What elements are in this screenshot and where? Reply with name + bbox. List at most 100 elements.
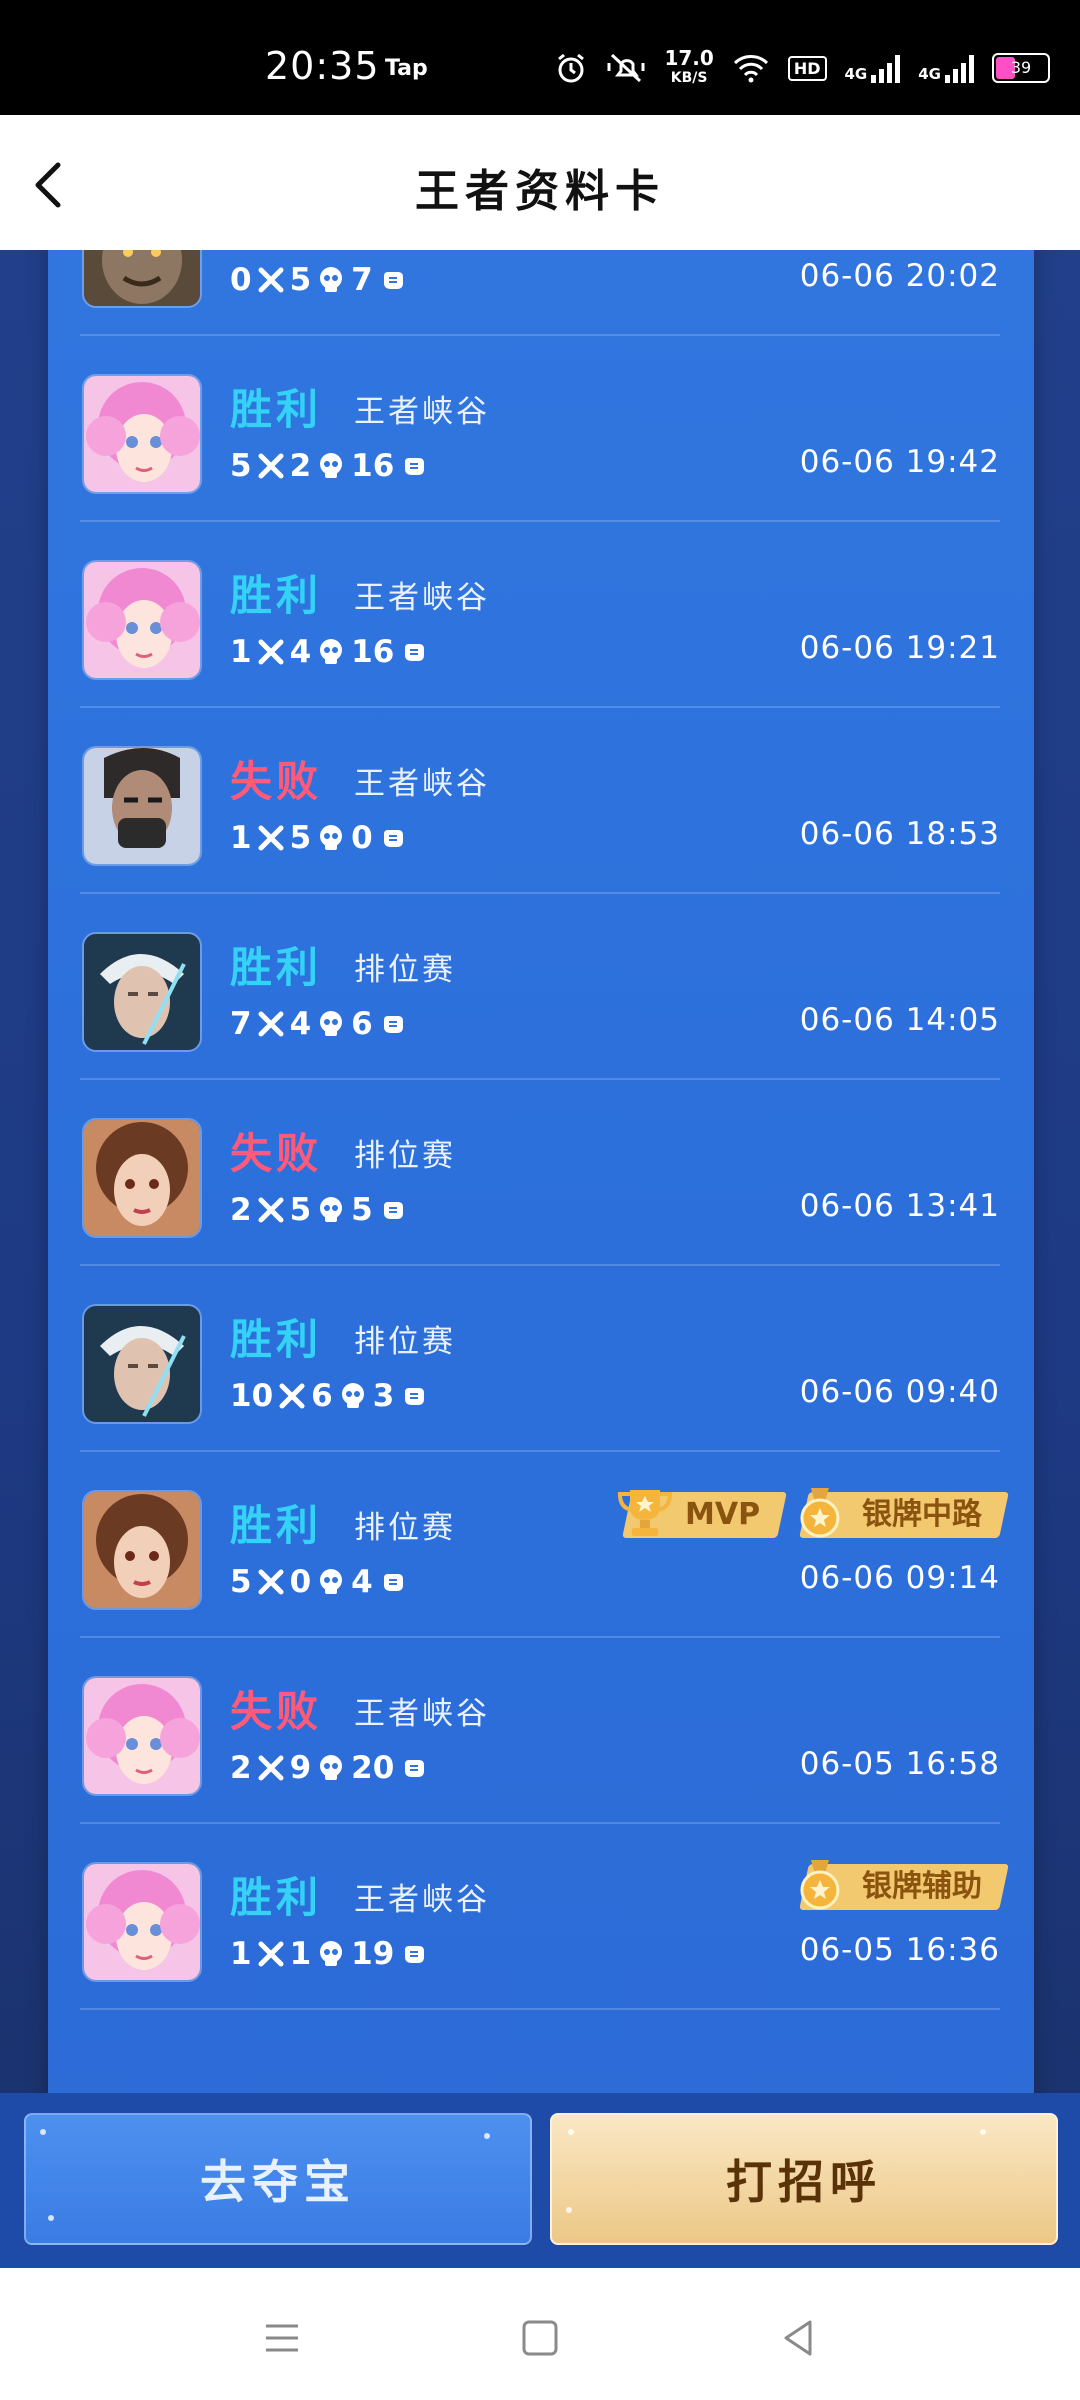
assist-hand-icon — [383, 272, 403, 289]
match-result: 胜利 — [230, 1873, 323, 1922]
match-row[interactable]: 胜利 排位赛 10 6 3 06-06 09:40 — [48, 1266, 1034, 1452]
alarm-icon — [558, 53, 585, 83]
game-mode: 王者峡谷 — [354, 766, 490, 802]
network-speed: 17.0 KB/S — [664, 48, 713, 88]
match-row[interactable]: 胜利 王者峡谷 1 1 19 银牌辅助 06-05 16:36 — [48, 1824, 1034, 2010]
rank-badge: 银牌辅助 — [799, 1860, 1009, 1910]
assists: 20 — [351, 1750, 395, 1786]
wifi-icon — [733, 55, 768, 83]
game-mode: 排位赛 — [354, 1510, 456, 1546]
treasure-button[interactable]: 去夺宝 — [24, 2113, 532, 2245]
battery-icon: 39 — [992, 53, 1050, 83]
hero-avatar-dragon-warrior[interactable] — [82, 250, 202, 308]
assist-hand-icon — [383, 1574, 403, 1591]
hero-avatar-pink-hair-girl[interactable] — [82, 374, 202, 494]
match-row[interactable]: 失败 王者峡谷 1 5 0 06-06 18:53 — [48, 708, 1034, 894]
sword-icon — [258, 825, 284, 851]
game-mode: 排位赛 — [354, 1324, 456, 1360]
skull-icon — [320, 639, 343, 664]
treasure-button-label: 去夺宝 — [200, 2155, 356, 2209]
assist-hand-icon — [383, 830, 403, 847]
net-type-2: 4G — [918, 65, 941, 83]
assist-hand-icon — [383, 1202, 403, 1219]
medal-icon — [800, 1488, 840, 1538]
match-time: 06-06 09:14 — [799, 1560, 1000, 1596]
sword-icon — [258, 267, 284, 293]
match-row[interactable]: 胜利 排位赛 5 0 4 MVP 银牌中路 06-06 09:14 — [48, 1452, 1034, 1638]
game-mode: 排位赛 — [354, 1138, 456, 1174]
signal-4g-1: 4G — [845, 53, 901, 83]
kills: 1 — [230, 1936, 252, 1972]
badge-label: 银牌辅助 — [862, 1869, 982, 1904]
kills: 1 — [230, 634, 252, 670]
match-result: 失败 — [230, 1129, 323, 1178]
match-time: 06-05 16:58 — [799, 1746, 1000, 1782]
skull-icon — [320, 1197, 343, 1222]
hero-avatar-pink-hair-girl[interactable] — [82, 1862, 202, 1982]
signal-4g-2: 4G — [918, 53, 974, 83]
assist-hand-icon — [383, 1016, 403, 1033]
net-type-1: 4G — [844, 65, 868, 83]
sword-icon — [258, 1755, 284, 1781]
row-divider — [80, 2008, 1000, 2010]
tap-app-icon: Tap — [385, 56, 428, 81]
kills: 2 — [230, 1192, 252, 1228]
match-time: 06-06 13:41 — [799, 1188, 1000, 1224]
medal-icon — [800, 1860, 840, 1910]
kda-stats: 5 2 16 — [230, 448, 428, 484]
match-row[interactable]: 胜利 排位赛 7 4 6 06-06 14:05 — [48, 894, 1034, 1080]
sword-icon — [258, 639, 284, 665]
deaths: 5 — [289, 1192, 312, 1228]
kills: 10 — [230, 1378, 274, 1414]
match-result: 胜利 — [230, 385, 323, 434]
game-mode: 排位赛 — [354, 952, 456, 988]
assist-hand-icon — [405, 1388, 425, 1405]
sword-icon — [258, 1941, 284, 1967]
skull-icon — [341, 1383, 364, 1408]
assist-hand-icon — [405, 1760, 425, 1777]
match-row[interactable]: 失败 排位赛 2 5 5 06-06 13:41 — [48, 1080, 1034, 1266]
match-row[interactable]: 失败 王者峡谷 2 9 20 06-05 16:58 — [48, 1638, 1034, 1824]
hero-avatar-brown-hair-girl[interactable] — [82, 1490, 202, 1610]
badge-label: 银牌中路 — [862, 1497, 982, 1532]
skull-icon — [320, 267, 343, 292]
match-row[interactable]: 胜利 王者峡谷 5 2 16 06-06 19:42 — [48, 336, 1034, 522]
deaths: 2 — [289, 448, 312, 484]
deaths: 4 — [289, 1006, 312, 1042]
hero-avatar-silver-hair-hero[interactable] — [82, 932, 202, 1052]
assists: 5 — [351, 1192, 373, 1228]
home-icon[interactable] — [510, 2308, 570, 2368]
hero-avatar-pink-hair-girl[interactable] — [82, 1676, 202, 1796]
assists: 0 — [351, 820, 373, 856]
status-bar: 20:35 Tap 17.0 KB/S HD 4G 4G 39 — [0, 0, 1080, 115]
hero-avatar-brown-hair-girl[interactable] — [82, 1118, 202, 1238]
hero-avatar-silver-hair-hero[interactable] — [82, 1304, 202, 1424]
match-list-panel: 胜利王者峡谷05706-06 20:02胜利王者峡谷521606-06 19:4… — [48, 250, 1034, 2093]
rank-badge: 银牌中路 — [799, 1488, 1009, 1538]
back-triangle-icon[interactable] — [768, 2308, 828, 2368]
kills: 7 — [230, 1006, 252, 1042]
skull-icon — [320, 1941, 343, 1966]
match-result: 胜利 — [230, 250, 322, 251]
kda-stats: 5 0 4 — [230, 1564, 407, 1600]
skull-icon — [320, 453, 343, 478]
match-history[interactable]: 胜利王者峡谷05706-06 20:02胜利王者峡谷521606-06 19:4… — [0, 250, 1080, 2093]
sword-icon — [258, 1197, 284, 1223]
hero-avatar-pink-hair-girl[interactable] — [82, 560, 202, 680]
kda-stats: 0 5 7 — [230, 262, 407, 298]
match-time: 06-06 19:21 — [799, 630, 1000, 666]
deaths: 6 — [311, 1378, 333, 1414]
assists: 6 — [351, 1006, 373, 1042]
mute-bell-icon — [607, 53, 645, 83]
badge-label: MVP — [684, 1497, 760, 1532]
kda-stats: 7 4 6 — [230, 1006, 407, 1042]
greet-button[interactable]: 打招呼 — [550, 2113, 1058, 2245]
battery-level: 39 — [1010, 58, 1032, 77]
menu-icon[interactable] — [252, 2308, 312, 2368]
hero-avatar-masked-warrior[interactable] — [82, 746, 202, 866]
match-row[interactable]: 胜利王者峡谷05706-06 20:02 — [48, 250, 1034, 336]
match-time: 06-06 09:40 — [799, 1374, 1000, 1410]
match-row[interactable]: 胜利 王者峡谷 1 4 16 06-06 19:21 — [48, 522, 1034, 708]
assists: 16 — [351, 634, 395, 670]
match-result: 胜利 — [230, 943, 323, 992]
